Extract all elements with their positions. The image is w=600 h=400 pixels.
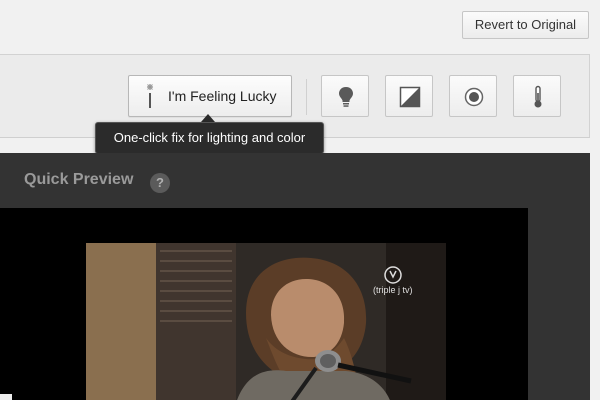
quick-preview-title: Quick Preview xyxy=(24,171,134,188)
revert-to-original-button[interactable]: Revert to Original xyxy=(462,11,589,39)
video-preview[interactable]: (triple j tv) xyxy=(0,208,528,400)
feeling-lucky-button[interactable]: I'm Feeling Lucky xyxy=(128,75,292,117)
quick-preview-panel: Quick Preview ? (triple j tv) xyxy=(0,153,590,400)
toolbar-divider xyxy=(306,79,307,115)
triple-j-logo-icon xyxy=(384,266,402,284)
feeling-lucky-label: I'm Feeling Lucky xyxy=(168,88,277,104)
saturation-button[interactable] xyxy=(449,75,497,117)
lightbulb-icon xyxy=(339,87,353,107)
triple-j-tv-watermark: (triple j tv) xyxy=(371,265,415,301)
video-frame-image: (triple j tv) xyxy=(86,243,446,400)
contrast-icon xyxy=(399,86,421,108)
watermark-text: (triple j tv) xyxy=(373,285,413,295)
color-saturation-icon xyxy=(464,87,484,107)
feeling-lucky-tooltip: One-click fix for lighting and color xyxy=(95,122,324,154)
contrast-button[interactable] xyxy=(385,75,433,117)
frame-edge-mark xyxy=(0,394,12,400)
tooltip-arrow xyxy=(201,114,215,122)
thermometer-icon xyxy=(534,85,542,108)
top-bar: Revert to Original xyxy=(0,0,600,54)
temperature-button[interactable] xyxy=(513,75,561,117)
magic-wand-icon xyxy=(147,84,153,108)
help-icon[interactable]: ? xyxy=(150,173,170,193)
lighting-button[interactable] xyxy=(321,75,369,117)
